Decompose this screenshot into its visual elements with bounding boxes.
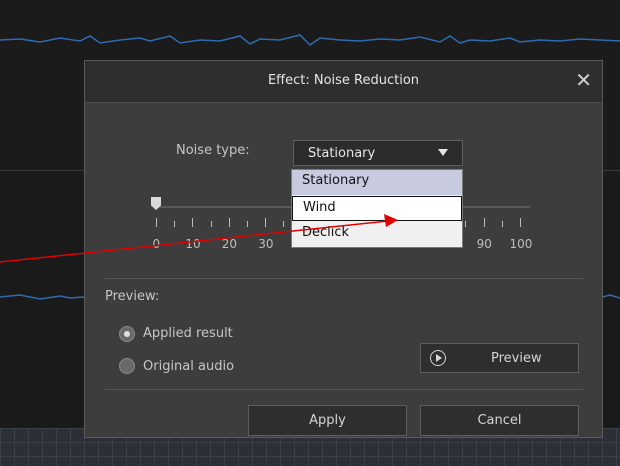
annotation-arrow xyxy=(0,214,398,263)
